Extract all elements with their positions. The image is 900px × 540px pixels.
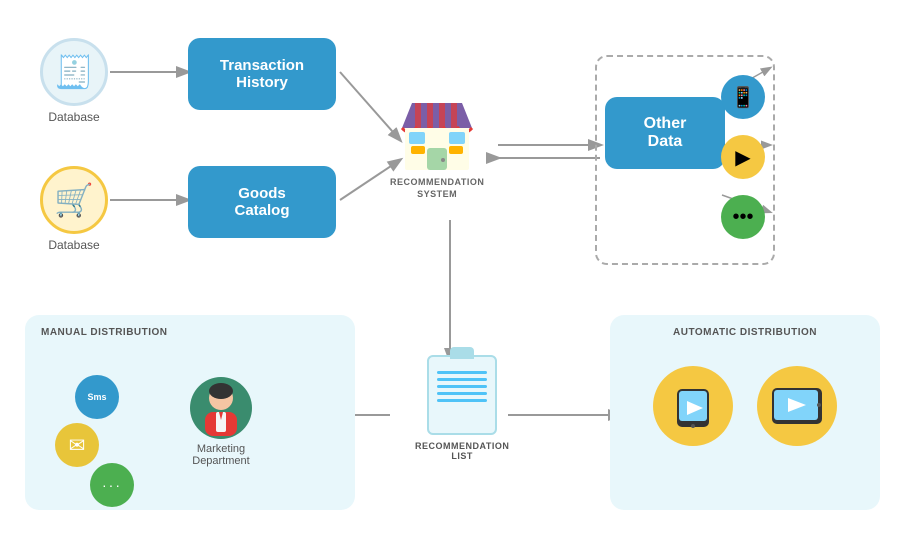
marketing-dept-node: Marketing Department (190, 377, 252, 467)
phone-icon: 📱 (721, 75, 765, 119)
database-1-node: 🧾 Database (40, 38, 108, 124)
recommendation-list-label: RECOMMENDATIONLIST (415, 441, 509, 461)
manual-distribution-panel: MANUAL DISTRIBUTION Sms ✉ ··· (25, 315, 355, 510)
email-bubble: ✉ (55, 423, 99, 467)
diagram-container: 🧾 Database 🛒 Database Transaction Histor… (0, 0, 900, 540)
automatic-distribution-label: AUTOMATIC DISTRIBUTION (610, 315, 880, 338)
transaction-history-box: Transaction History (188, 38, 336, 110)
auto-device-1 (653, 366, 733, 446)
db2-label: Database (48, 238, 99, 252)
store-icon (397, 98, 477, 173)
db1-label: Database (48, 110, 99, 124)
dots-bubble: ··· (90, 463, 134, 507)
marketing-dept-label: Marketing Department (192, 443, 249, 467)
more-icon: ••• (721, 195, 765, 239)
recommendation-system-node: RECOMMENDATIONSYSTEM (390, 95, 484, 200)
person-avatar (190, 377, 252, 439)
recommendation-list-node: RECOMMENDATIONLIST (415, 355, 509, 461)
goods-catalog-box: Goods Catalog (188, 166, 336, 238)
recommendation-system-label: RECOMMENDATIONSYSTEM (390, 177, 484, 200)
grocery-icon: 🛒 (40, 166, 108, 234)
database-2-node: 🛒 Database (40, 166, 108, 252)
sms-bubble: Sms (75, 375, 119, 419)
receipt-icon: 🧾 (40, 38, 108, 106)
automatic-distribution-panel: AUTOMATIC DISTRIBUTION (610, 315, 880, 510)
manual-distribution-label: MANUAL DISTRIBUTION (25, 315, 355, 338)
other-data-container: Other Data 📱 ▶ ••• (595, 55, 775, 265)
tablet-icon: ▶ (721, 135, 765, 179)
other-data-box: Other Data (605, 97, 725, 169)
auto-device-2 (757, 366, 837, 446)
